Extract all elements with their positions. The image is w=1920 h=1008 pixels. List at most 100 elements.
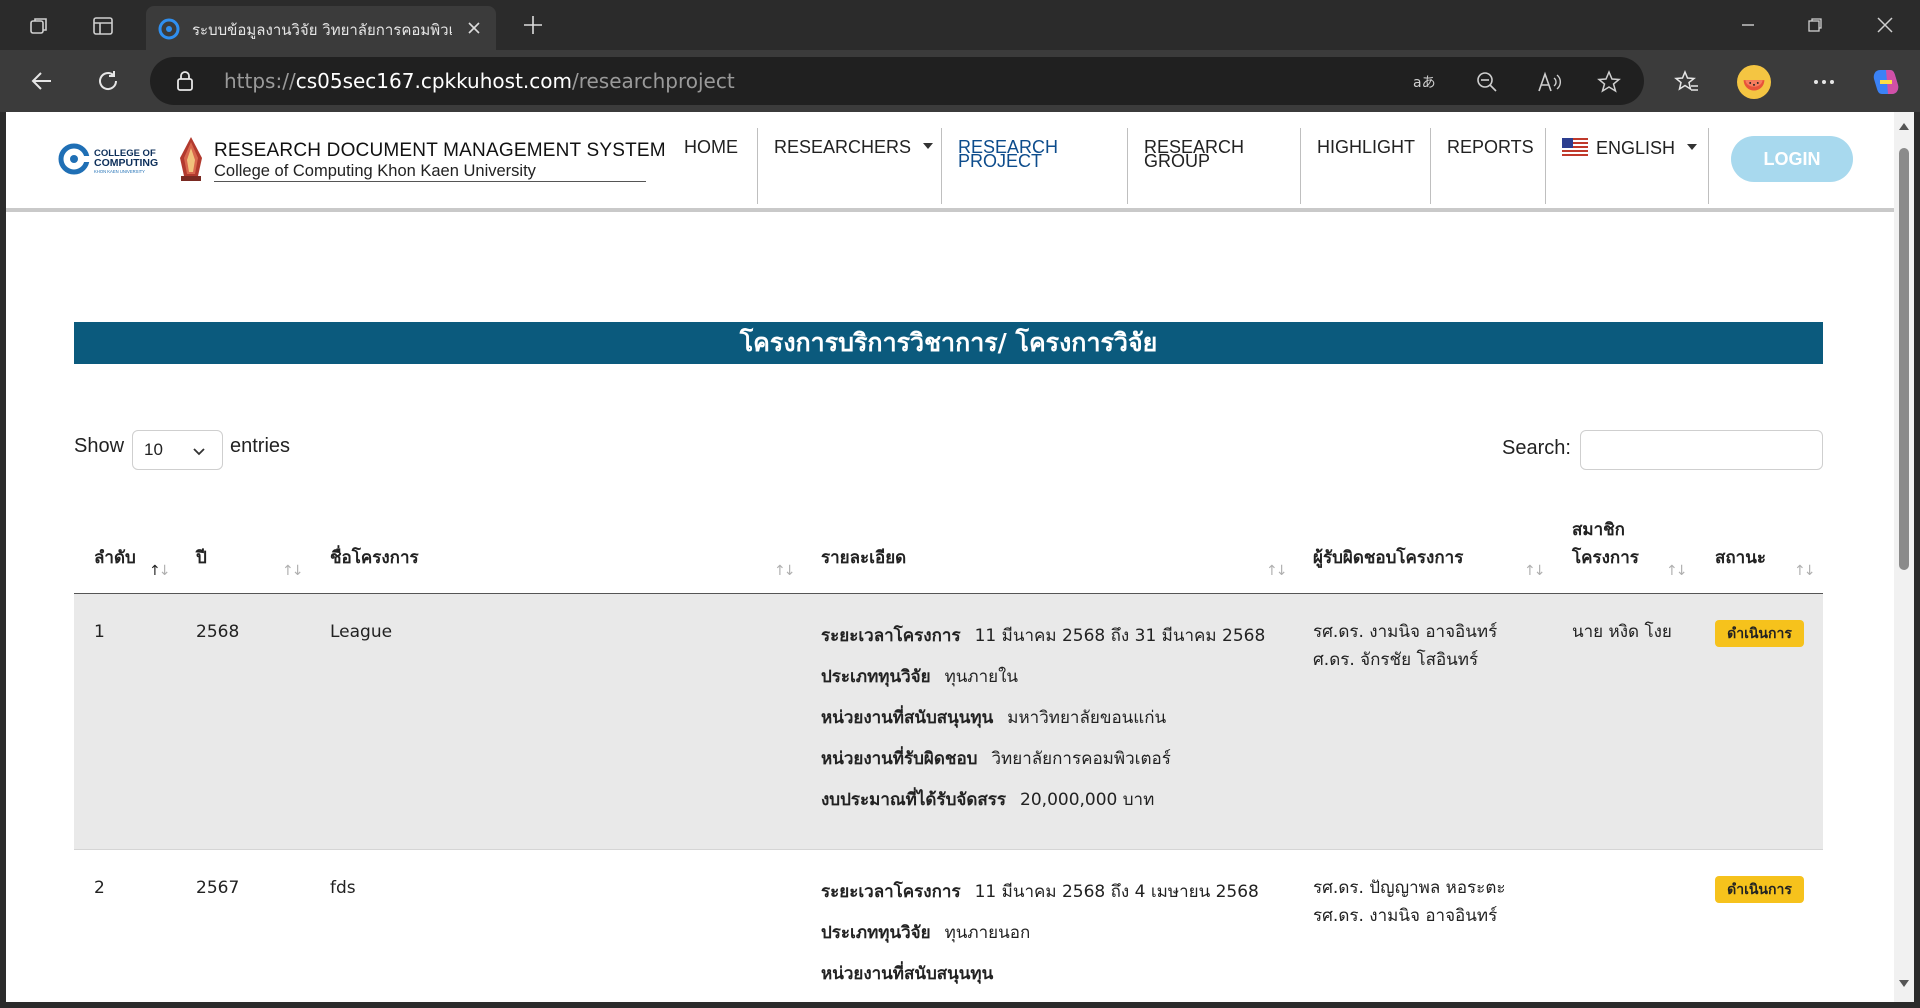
copilot-icon[interactable] [1869,65,1903,99]
url-path: /researchproject [571,69,735,93]
project-owner: รศ.ดร. ปัญญาพล หอระตะ [1313,878,1506,898]
scroll-up-icon[interactable] [1898,120,1910,132]
detail-value: ทุนภายนอก [944,923,1031,943]
new-tab-icon[interactable] [520,12,546,38]
sort-icon[interactable]: ↑↓ [1794,563,1816,579]
sort-icon[interactable]: ↑↓ [282,563,304,579]
nav-language[interactable]: ENGLISH [1562,137,1698,158]
nav-divider [1127,128,1128,204]
detail-item: ประเภททุนวิจัย ทุนภายใน [821,663,1018,690]
close-window-icon[interactable] [1872,12,1898,38]
address-bar[interactable]: https://cs05sec167.cpkkuhost.com/researc… [150,57,1644,105]
nav-research-group[interactable]: RESEARCH GROUP [1144,138,1244,171]
nav-research-group-line2: GROUP [1144,151,1211,171]
detail-label: งบประมาณที่ได้รับจัดสรร [821,790,1007,810]
nav-reports[interactable]: REPORTS [1447,138,1534,156]
project-owner: รศ.ดร. งามนิจ อาจอินทร์ [1313,906,1498,926]
nav-research-project[interactable]: RESEARCH PROJECT [958,138,1058,170]
col-header-members-line2: โครงการ [1572,548,1639,568]
nav-language-label: ENGLISH [1596,137,1676,158]
nav-highlight[interactable]: HIGHLIGHT [1317,138,1415,156]
detail-item: ระยะเวลาโครงการ 11 มีนาคม 2568 ถึง 31 มีน… [821,622,1265,649]
back-icon[interactable] [26,65,58,97]
sort-icon[interactable]: ↑↓ [149,563,171,579]
refresh-icon[interactable] [92,65,124,97]
col-header-members[interactable]: สมาชิก โครงการ [1572,516,1639,572]
detail-value: มหาวิทยาลัยขอนแก่น [1007,708,1167,728]
sort-icon[interactable]: ↑↓ [1524,563,1546,579]
us-flag-icon [1562,138,1588,156]
profile-avatar-icon[interactable] [1737,65,1771,99]
brand-title[interactable]: RESEARCH DOCUMENT MANAGEMENT SYSTEM [214,140,666,162]
detail-label: ระยะเวลาโครงการ [821,626,961,646]
scrollbar-thumb[interactable] [1899,148,1909,570]
search-label: Search: [1502,437,1571,459]
detail-value: 20,000,000 บาท [1020,790,1155,810]
sort-icon[interactable]: ↑↓ [1266,563,1288,579]
detail-item: หน่วยงานที่รับผิดชอบ วิทยาลัยการคอมพิวเตอ… [821,745,1171,772]
url-host: cs05sec167.cpkkuhost.com [295,69,572,93]
college-of-computing-logo[interactable]: COLLEGE OF COMPUTING KHON KAEN UNIVERSIT… [58,142,170,176]
project-owner: รศ.ดร. งามนิจ อาจอินทร์ [1313,622,1498,642]
col-header-name[interactable]: ชื่อโครงการ [330,544,419,571]
workspaces-icon[interactable] [26,13,52,39]
restore-icon[interactable] [1802,12,1828,38]
sort-icon[interactable]: ↑↓ [774,563,796,579]
chevron-down-icon [923,143,934,150]
browser-toolbar: https://cs05sec167.cpkkuhost.com/researc… [0,50,1920,112]
url-prefix: https:// [224,69,296,93]
row-year: 2568 [196,622,240,642]
zoom-out-icon[interactable] [1474,69,1500,95]
favorite-star-icon[interactable] [1596,69,1622,95]
web-page: COLLEGE OF COMPUTING KHON KAEN UNIVERSIT… [6,112,1894,1002]
row-year: 2567 [196,878,240,898]
favorites-icon[interactable] [1670,65,1704,99]
close-tab-icon[interactable] [462,16,486,40]
translate-icon[interactable]: aあ [1412,69,1438,95]
detail-item: ระยะเวลาโครงการ 11 มีนาคม 2568 ถึง 4 เมษา… [821,878,1259,905]
lock-icon[interactable] [174,70,196,92]
nav-home[interactable]: HOME [684,138,738,156]
nav-divider [757,128,758,204]
col-header-detail[interactable]: รายละเอียด [821,544,906,571]
page-scrollbar[interactable] [1894,112,1914,1002]
col-header-year[interactable]: ปี [196,544,207,571]
nav-divider [1300,128,1301,204]
svg-text:COMPUTING: COMPUTING [94,157,158,169]
sort-icon[interactable]: ↑↓ [1666,563,1688,579]
tab-title: ระบบข้อมูลงานวิจัย วิทยาลัยการคอมพิวเตอร… [192,21,452,39]
section-title: โครงการบริการวิชาการ/ โครงการวิจัย [74,322,1823,364]
detail-label: หน่วยงานที่สนับสนุนทุน [821,708,994,728]
entries-length-value: 10 [144,440,163,459]
browser-tab-active[interactable]: ระบบข้อมูลงานวิจัย วิทยาลัยการคอมพิวเตอร… [146,6,496,50]
scroll-down-icon[interactable] [1898,978,1910,990]
col-header-owner[interactable]: ผู้รับผิดชอบโครงการ [1313,544,1463,571]
read-aloud-icon[interactable] [1536,69,1562,95]
entries-label: entries [230,435,291,457]
detail-value: 11 มีนาคม 2568 ถึง 31 มีนาคม 2568 [974,626,1266,646]
row-project-name: League [330,622,393,642]
detail-item: งบประมาณที่ได้รับจัดสรร 20,000,000 บาท [821,786,1154,813]
detail-label: ระยะเวลาโครงการ [821,882,961,902]
address-url[interactable]: https://cs05sec167.cpkkuhost.com/researc… [224,69,735,93]
detail-label: หน่วยงานที่รับผิดชอบ [821,749,978,769]
detail-item: ประเภททุนวิจัย ทุนภายนอก [821,919,1030,946]
site-header: COLLEGE OF COMPUTING KHON KAEN UNIVERSIT… [6,112,1894,212]
more-icon[interactable] [1807,65,1841,99]
detail-label: หน่วยงานที่สนับสนุนทุน [821,964,994,984]
col-header-status[interactable]: สถานะ [1715,544,1766,571]
kku-emblem-logo [176,136,206,182]
search-input[interactable] [1580,430,1823,470]
login-button[interactable]: LOGIN [1731,136,1853,182]
tab-actions-icon[interactable] [90,13,116,39]
svg-text:aあ: aあ [1413,75,1436,91]
chevron-down-icon [192,444,206,458]
row-project-name: fds [330,878,356,898]
nav-divider [1545,128,1546,204]
col-header-no[interactable]: ลำดับ [94,544,136,571]
entries-length-select[interactable]: 10 [132,430,223,470]
brand-underline [214,181,646,182]
minimize-icon[interactable] [1735,12,1761,38]
nav-researchers[interactable]: RESEARCHERS [774,138,934,156]
detail-label: ประเภททุนวิจัย [821,923,931,943]
